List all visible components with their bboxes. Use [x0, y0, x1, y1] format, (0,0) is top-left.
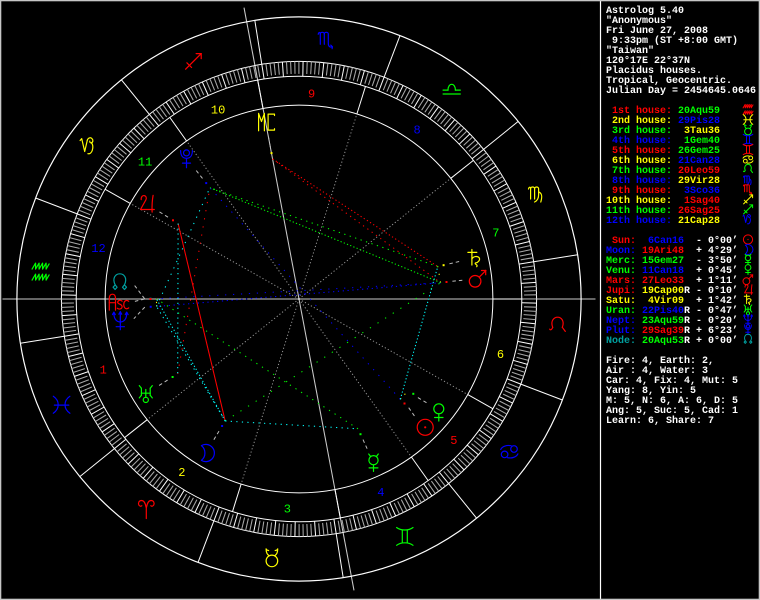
svg-text:9: 9: [308, 87, 315, 101]
svg-text:Julian Day = 2454645.0646: Julian Day = 2454645.0646: [606, 85, 756, 97]
svg-text:2: 2: [178, 466, 185, 480]
svg-text:1: 1: [100, 363, 107, 377]
svg-text:12th house:: 12th house:: [606, 215, 672, 227]
svg-text:+ 0°00’: + 0°00’: [696, 335, 738, 347]
svg-text:5: 5: [450, 434, 457, 448]
svg-text:12: 12: [91, 242, 105, 256]
svg-text:R: R: [684, 286, 690, 297]
svg-text:Learn: 6, Share: 7: Learn: 6, Share: 7: [606, 415, 714, 427]
svg-text:10: 10: [211, 104, 225, 118]
svg-text:21Cap28: 21Cap28: [678, 216, 720, 227]
svg-text:Node:: Node:: [606, 335, 636, 347]
svg-text:4: 4: [377, 486, 384, 500]
svg-text:7: 7: [492, 226, 499, 240]
svg-text:3: 3: [284, 502, 291, 516]
svg-text:6: 6: [497, 348, 504, 362]
svg-text:20Aqu53: 20Aqu53: [642, 336, 684, 347]
svg-text:R: R: [684, 336, 690, 347]
svg-text:8: 8: [413, 123, 420, 137]
svg-text:11: 11: [138, 156, 152, 170]
